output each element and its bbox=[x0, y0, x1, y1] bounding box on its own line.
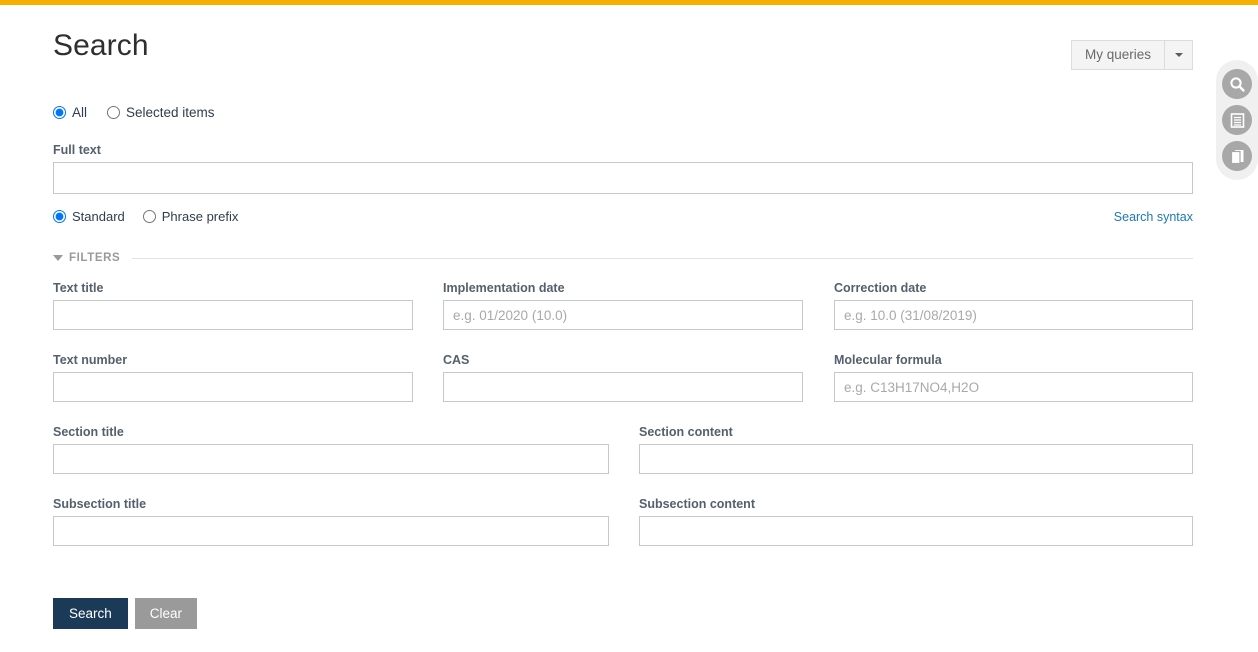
search-button[interactable]: Search bbox=[53, 598, 128, 629]
mode-option-phrase-prefix[interactable]: Phrase prefix bbox=[143, 209, 239, 224]
fulltext-label: Full text bbox=[53, 143, 1193, 157]
clear-button[interactable]: Clear bbox=[135, 598, 197, 629]
mode-label-standard: Standard bbox=[72, 209, 125, 224]
chevron-down-icon bbox=[1175, 53, 1183, 57]
correction-date-input[interactable] bbox=[834, 300, 1193, 330]
rail-search-button[interactable] bbox=[1222, 69, 1252, 99]
tool-rail bbox=[1216, 60, 1258, 180]
field-text-number: Text number bbox=[53, 353, 413, 402]
scope-radio-group: All Selected items bbox=[53, 105, 235, 120]
form-actions: Search Clear bbox=[53, 598, 197, 629]
chevron-down-icon[interactable] bbox=[53, 255, 63, 261]
mode-radio-phrase-prefix[interactable] bbox=[143, 210, 156, 223]
section-title-input[interactable] bbox=[53, 444, 609, 474]
cas-input[interactable] bbox=[443, 372, 803, 402]
page-header: Search My queries bbox=[53, 5, 1193, 67]
field-label: Section title bbox=[53, 425, 609, 439]
filters-divider bbox=[132, 258, 1193, 259]
field-text-title: Text title bbox=[53, 281, 413, 330]
search-syntax-link[interactable]: Search syntax bbox=[1114, 210, 1193, 224]
search-icon bbox=[1229, 76, 1246, 93]
field-label: Subsection title bbox=[53, 497, 609, 511]
field-subsection-title: Subsection title bbox=[53, 497, 609, 546]
fulltext-field: Full text bbox=[53, 143, 1193, 194]
scope-label-all: All bbox=[72, 105, 87, 120]
field-molecular-formula: Molecular formula bbox=[834, 353, 1193, 402]
page-title: Search bbox=[53, 28, 149, 64]
field-implementation-date: Implementation date bbox=[443, 281, 803, 330]
field-label: Text number bbox=[53, 353, 413, 367]
field-label: Molecular formula bbox=[834, 353, 1193, 367]
scope-option-all[interactable]: All bbox=[53, 105, 87, 120]
field-label: CAS bbox=[443, 353, 803, 367]
mode-radio-standard[interactable] bbox=[53, 210, 66, 223]
field-label: Section content bbox=[639, 425, 1193, 439]
field-label: Implementation date bbox=[443, 281, 803, 295]
scope-radio-selected-items[interactable] bbox=[107, 106, 120, 119]
my-queries-button-group: My queries bbox=[1071, 40, 1193, 70]
filters-section-label: FILTERS bbox=[69, 252, 120, 264]
field-subsection-content: Subsection content bbox=[639, 497, 1193, 546]
field-section-title: Section title bbox=[53, 425, 609, 474]
field-label: Correction date bbox=[834, 281, 1193, 295]
search-form: Search My queries All Selected items Ful… bbox=[53, 5, 1193, 67]
field-label: Text title bbox=[53, 281, 413, 295]
copy-icon bbox=[1229, 148, 1246, 165]
field-correction-date: Correction date bbox=[834, 281, 1193, 330]
my-queries-button[interactable]: My queries bbox=[1071, 40, 1164, 70]
rail-copy-button[interactable] bbox=[1222, 141, 1252, 171]
mode-option-standard[interactable]: Standard bbox=[53, 209, 125, 224]
document-icon bbox=[1229, 112, 1246, 129]
subsection-content-input[interactable] bbox=[639, 516, 1193, 546]
scope-radio-all[interactable] bbox=[53, 106, 66, 119]
scope-option-selected-items[interactable]: Selected items bbox=[107, 105, 215, 120]
field-section-content: Section content bbox=[639, 425, 1193, 474]
text-number-input[interactable] bbox=[53, 372, 413, 402]
mode-radio-group: Standard Phrase prefix Search syntax bbox=[53, 209, 1193, 224]
fulltext-input[interactable] bbox=[53, 162, 1193, 194]
implementation-date-input[interactable] bbox=[443, 300, 803, 330]
molecular-formula-input[interactable] bbox=[834, 372, 1193, 402]
section-content-input[interactable] bbox=[639, 444, 1193, 474]
subsection-title-input[interactable] bbox=[53, 516, 609, 546]
scope-label-selected-items: Selected items bbox=[126, 105, 215, 120]
field-cas: CAS bbox=[443, 353, 803, 402]
rail-document-button[interactable] bbox=[1222, 105, 1252, 135]
text-title-input[interactable] bbox=[53, 300, 413, 330]
mode-label-phrase-prefix: Phrase prefix bbox=[162, 209, 239, 224]
my-queries-dropdown-button[interactable] bbox=[1164, 40, 1193, 70]
filters-section-header: FILTERS bbox=[53, 252, 1193, 264]
field-label: Subsection content bbox=[639, 497, 1193, 511]
search-page: Search My queries All Selected items Ful… bbox=[0, 5, 1258, 652]
